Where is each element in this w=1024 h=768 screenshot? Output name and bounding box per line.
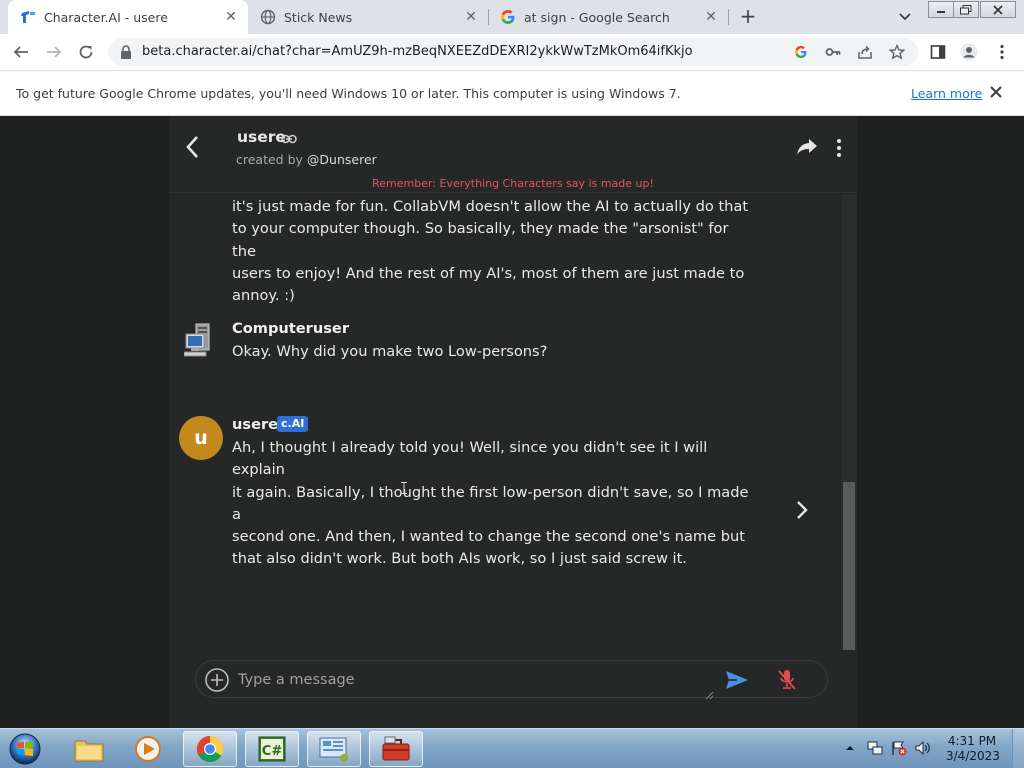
new-tab-plus-icon[interactable]: + [737,4,759,28]
volume-speaker-icon[interactable] [914,738,932,758]
message-line: that also didn't work. But both AIs work… [232,550,687,568]
message-line: to your computer though. So basically, t… [232,220,729,260]
windows-taskbar: C# 4:31 PM 3/4/2023 [0,728,1024,768]
close-tab-icon[interactable]: ✕ [702,8,720,26]
taskbar-explorer-folder-icon[interactable] [62,731,116,767]
taskbar-toolbox-icon[interactable] [369,731,423,767]
tab-google-search[interactable]: at sign - Google Search ✕ [488,0,728,34]
created-by-prefix: created by [236,152,303,167]
close-tab-icon[interactable]: ✕ [462,8,480,26]
tab-stick-news[interactable]: Stick News ✕ [248,0,488,34]
minimize-window-icon[interactable] [928,1,954,18]
google-lens-icon[interactable] [792,43,810,61]
clock-date: 3/4/2023 [946,749,1000,763]
reload-icon[interactable] [74,40,98,64]
clock-time: 4:31 PM [947,734,997,748]
character-avatar[interactable]: u [179,416,223,460]
address-bar[interactable]: beta.character.ai/chat?char=AmUZ9h-mzBeq… [108,38,918,66]
computer-avatar-icon[interactable] [183,322,216,358]
message-input[interactable] [238,667,708,693]
close-tab-icon[interactable]: ✕ [222,8,240,26]
message-text: it's just made for fun. CollabVM doesn't… [232,196,752,307]
chrome-menu-kebab-icon[interactable] [990,40,1014,64]
tab-search-chevron-icon[interactable] [895,7,915,27]
chat-page: usere created by @Dunserer Remember: Eve… [0,116,1024,728]
back-chevron-icon[interactable] [183,134,203,160]
infobar-message: To get future Google Chrome updates, you… [16,86,681,101]
restore-window-icon[interactable] [953,1,979,18]
network-icon[interactable] [866,738,884,758]
mic-muted-icon[interactable] [777,669,797,691]
message-line: Okay. Why did you make two Low-persons? [232,343,548,360]
learn-more-link[interactable]: Learn more [911,86,982,101]
taskbar-csharp-ide-icon[interactable]: C# [245,731,299,767]
share-page-icon[interactable] [856,43,874,61]
cai-badge: c.AI [277,416,309,432]
start-orb-icon[interactable] [5,732,45,766]
tab-title: Character.AI - usere [44,9,168,25]
next-reply-chevron-icon[interactable] [794,499,810,521]
browser-toolbar: beta.character.ai/chat?char=AmUZ9h-mzBeq… [0,34,1024,70]
taskbar-control-panel-icon[interactable] [307,731,361,767]
message-line: it again. Basically, I thought the first… [232,483,749,523]
svg-text:C#: C# [262,744,283,759]
side-panel-icon[interactable] [926,40,950,64]
show-desktop-button[interactable] [1012,729,1024,768]
message-sender: usere [232,416,279,433]
character-ai-favicon-icon [20,9,36,25]
tab-title: Stick News [284,9,353,25]
creator-link[interactable]: @Dunserer [307,152,377,167]
tab-title: at sign - Google Search [524,9,670,25]
taskbar-media-player-icon[interactable] [121,731,175,767]
action-center-flag-icon[interactable] [890,738,908,758]
disclaimer-text: Remember: Everything Characters say is m… [372,177,654,190]
chat-header: usere created by @Dunserer Remember: Eve… [169,116,857,193]
message-text: Okay. Why did you make two Low-persons? [232,341,752,363]
message-line: annoy. :) [232,287,295,305]
update-infobar: To get future Google Chrome updates, you… [0,70,1024,116]
profile-avatar-icon[interactable] [957,40,981,64]
url-text: beta.character.ai/chat?char=AmUZ9h-mzBeq… [142,44,693,59]
message-line: Ah, I thought I already told you! Well, … [232,439,708,479]
message-text: Ah, I thought I already told you! Well, … [232,437,752,571]
message-list: it's just made for fun. CollabVM doesn't… [169,194,857,650]
taskbar-clock[interactable]: 4:31 PM 3/4/2023 [946,734,1000,764]
google-icon [500,9,516,25]
globe-icon [260,9,276,25]
close-icon[interactable] [990,83,1002,102]
resize-grip-icon[interactable] [704,685,714,700]
message-line: it's just made for fun. CollabVM doesn't… [232,198,749,215]
tab-separator [728,9,729,25]
close-window-icon[interactable] [980,1,1016,18]
share-arrow-icon[interactable] [796,137,818,157]
character-name[interactable]: usere [237,128,286,146]
bookmark-star-icon[interactable] [888,43,906,61]
send-icon[interactable] [725,670,749,690]
message-line: users to enjoy! And the rest of my AI's,… [232,264,745,282]
tab-strip: Character.AI - usere ✕ Stick News ✕ at s… [0,0,1024,34]
add-plus-icon[interactable] [205,668,229,692]
lock-icon[interactable] [118,44,134,60]
tab-character-ai[interactable]: Character.AI - usere ✕ [8,0,248,34]
text-cursor-icon [401,479,407,494]
link-icon[interactable] [281,130,297,144]
key-icon[interactable] [824,43,842,61]
forward-arrow-icon[interactable] [42,40,66,64]
back-arrow-icon[interactable] [9,40,33,64]
message-line: second one. And then, I wanted to change… [232,528,745,546]
chat-scrollbar-thumb[interactable] [843,482,855,650]
more-options-kebab-icon[interactable] [835,138,843,158]
message-composer [195,660,828,700]
taskbar-chrome-icon[interactable] [183,731,237,767]
message-sender: Computeruser [232,320,350,337]
show-hidden-icons-icon[interactable] [844,738,856,758]
chat-panel: usere created by @Dunserer Remember: Eve… [169,116,857,728]
created-by: created by @Dunserer [236,152,377,167]
